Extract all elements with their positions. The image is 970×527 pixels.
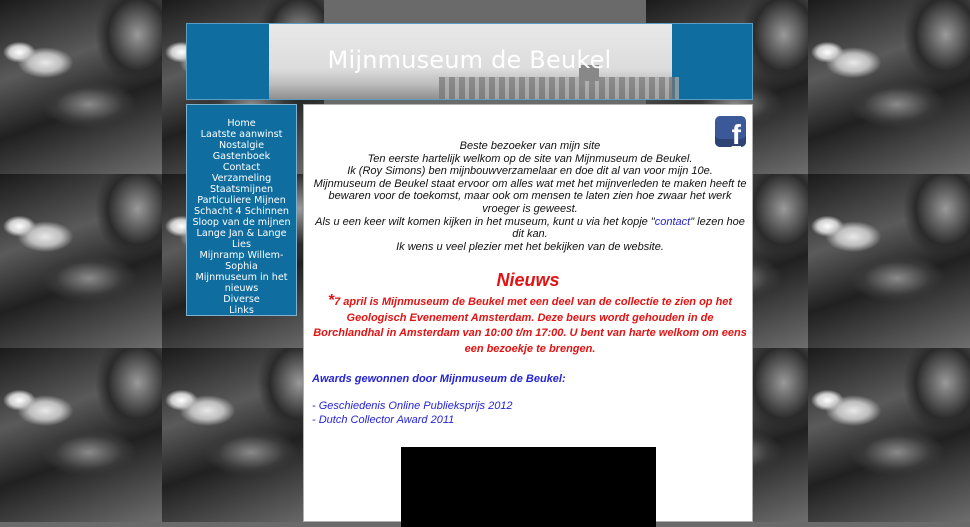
background-tile [808,174,970,348]
awards-heading: Awards gewonnen door Mijnmuseum de Beuke… [312,373,566,385]
intro-line: Ten eerste hartelijk welkom op de site v… [367,152,693,165]
nav-link-home[interactable]: Home [187,118,296,129]
background-tile [162,348,324,522]
nav-link-laatste-aanwinst[interactable]: Laatste aanwinst [187,129,296,140]
background-tile [808,348,970,522]
nav-link-lange-jan-lange-lies[interactable]: Lange Jan & Lange Lies [187,228,296,250]
nav-link-verzameling[interactable]: Verzameling [187,173,296,184]
video-player[interactable] [401,447,656,527]
header-building-silhouette [439,77,679,99]
background-tile [0,348,162,522]
sidebar-nav: Home Laatste aanwinst Nostalgie Gastenbo… [186,104,297,316]
nav-link-diverse[interactable]: Diverse [187,294,296,305]
award-item: - Dutch Collector Award 2011 [312,413,455,426]
news-text: 7 april is Mijnmuseum de Beukel met een … [313,296,747,355]
nav-link-contact[interactable]: Contact [187,162,296,173]
welcome-text: Beste bezoeker van mijn site Ten eerste … [312,140,748,253]
nav-link-mijnmuseum-in-het-nieuws[interactable]: Mijnmuseum in het nieuws [187,272,296,294]
nav-link-mijnramp-willem-sophia[interactable]: Mijnramp Willem-Sophia [187,250,296,272]
awards-list: - Geschiedenis Online Publieksprijs 2012… [312,400,513,427]
intro-line: Beste bezoeker van mijn site [459,140,601,152]
site-title: Mijnmuseum de Beukel [327,46,612,74]
nav-link-staatsmijnen[interactable]: Staatsmijnen [187,184,296,195]
intro-text: Als u een keer wilt komen kijken in het … [315,215,655,228]
site-header: Mijnmuseum de Beukel [186,23,753,100]
intro-line: Ik (Roy Simons) ben mijnbouwverzamelaar … [347,165,713,178]
nav-link-particuliere-mijnen[interactable]: Particuliere Mijnen [187,195,296,206]
intro-line: Mijnmuseum de Beukel staat ervoor om all… [313,177,747,215]
background-tile [808,0,970,174]
nav-link-gastenboek[interactable]: Gastenboek [187,151,296,162]
nav-link-links[interactable]: Links [187,305,296,316]
intro-line: Als u een keer wilt komen kijken in het … [312,216,748,241]
nav-link-sloop-van-de-mijnen[interactable]: Sloop van de mijnen [187,217,296,228]
intro-line: Ik wens u veel plezier met het bekijken … [396,240,664,253]
background-tile [0,0,162,174]
news-item: *7 april is Mijnmuseum de Beukel met een… [312,293,748,357]
contact-link[interactable]: contact [655,216,690,228]
news-heading: Nieuws [496,270,560,290]
award-item: - Geschiedenis Online Publieksprijs 2012 [312,400,513,412]
main-content: f Beste bezoeker van mijn site Ten eerst… [303,104,753,527]
background-tile [0,174,162,348]
nav-link-schacht-4-schinnen[interactable]: Schacht 4 Schinnen [187,206,296,217]
nav-link-nostalgie[interactable]: Nostalgie [187,140,296,151]
